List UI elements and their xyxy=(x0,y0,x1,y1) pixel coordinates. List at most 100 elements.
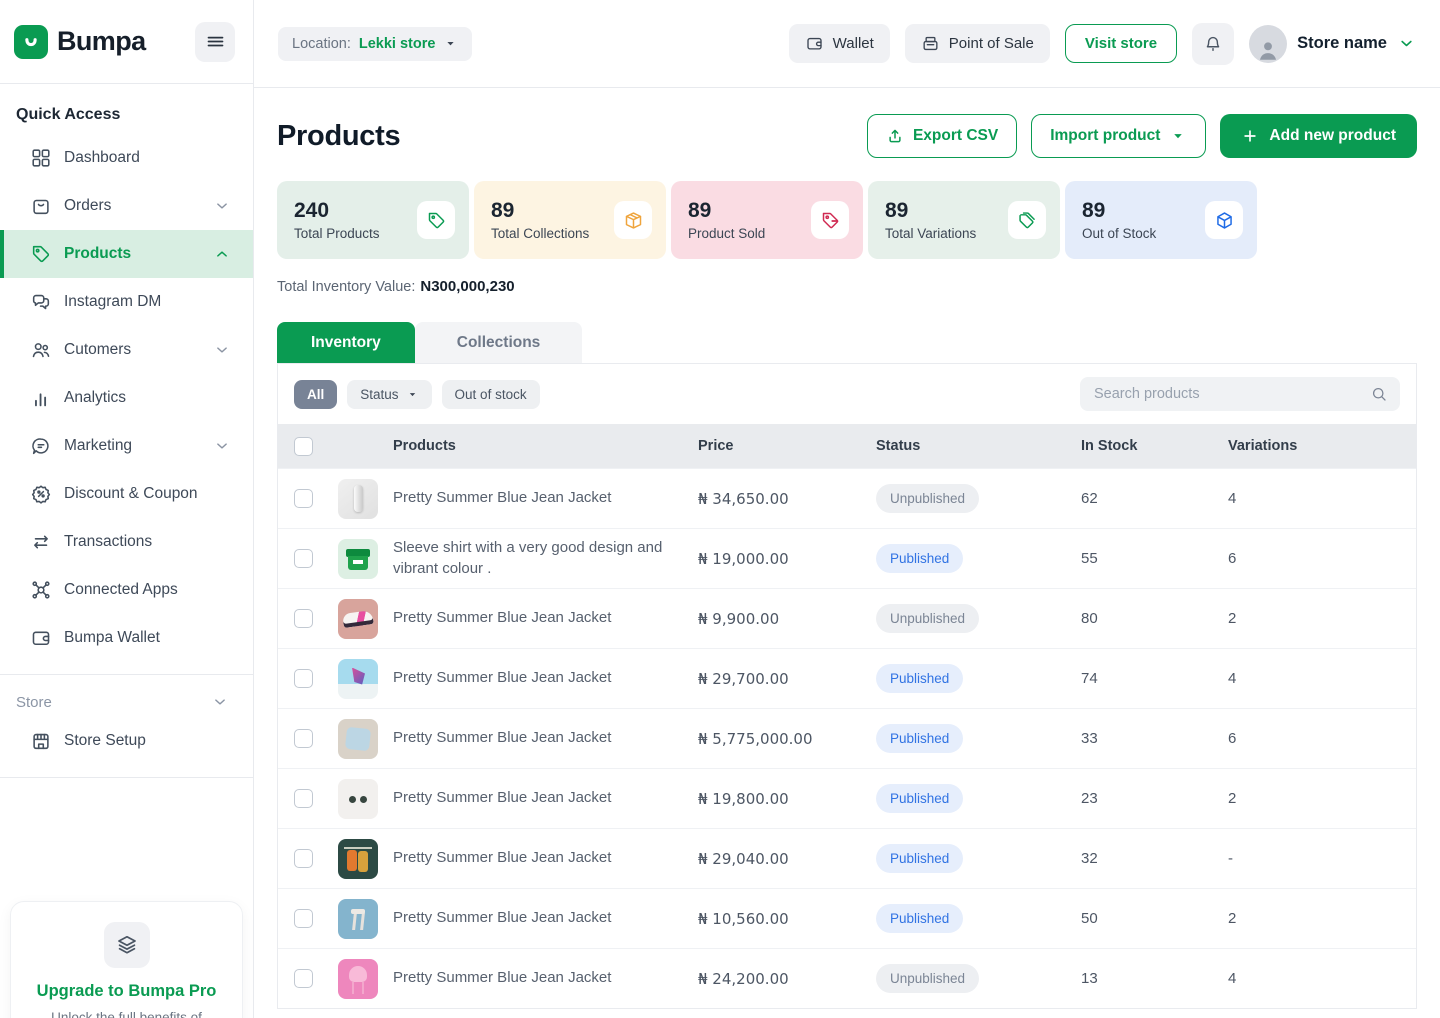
col-price: Price xyxy=(698,438,876,454)
import-product-button[interactable]: Import product xyxy=(1031,114,1206,158)
wallet-button[interactable]: Wallet xyxy=(789,24,890,63)
sidebar-item[interactable]: Dashboard xyxy=(0,134,253,182)
sidebar-item[interactable]: Marketing xyxy=(0,422,253,470)
sidebar-item-icon xyxy=(30,730,52,752)
product-thumbnail xyxy=(338,599,378,639)
visit-store-button[interactable]: Visit store xyxy=(1065,24,1177,63)
export-icon xyxy=(886,127,904,145)
export-csv-button[interactable]: Export CSV xyxy=(867,114,1017,158)
product-thumbnail xyxy=(338,959,378,999)
status-badge: Published xyxy=(876,664,963,693)
table-row[interactable]: Pretty Summer Blue Jean Jacket ₦ 29,040.… xyxy=(278,828,1416,888)
sidebar-item-label: Orders xyxy=(64,197,111,215)
product-thumbnail xyxy=(338,839,378,879)
table-row[interactable]: Pretty Summer Blue Jean Jacket ₦ 9,900.0… xyxy=(278,588,1416,648)
row-checkbox[interactable] xyxy=(294,849,313,868)
table-row[interactable]: Pretty Summer Blue Jean Jacket ₦ 24,200.… xyxy=(278,948,1416,1008)
sidebar-item[interactable]: Store Setup xyxy=(0,717,253,765)
sidebar-item[interactable]: Discount & Coupon xyxy=(0,470,253,518)
product-name: Pretty Summer Blue Jean Jacket xyxy=(393,488,698,508)
page-title: Products xyxy=(277,120,400,153)
row-checkbox[interactable] xyxy=(294,669,313,688)
sidebar-item-label: Transactions xyxy=(64,533,152,551)
variations-value: 6 xyxy=(1228,730,1416,747)
filter-status[interactable]: Status xyxy=(347,380,431,409)
add-new-product-button[interactable]: Add new product xyxy=(1220,114,1417,158)
sidebar-item[interactable]: Transactions xyxy=(0,518,253,566)
filter-out-of-stock[interactable]: Out of stock xyxy=(442,380,540,409)
product-price: ₦ 34,650.00 xyxy=(698,490,876,508)
sidebar-item[interactable]: Analytics xyxy=(0,374,253,422)
tab-collections[interactable]: Collections xyxy=(415,322,583,363)
sidebar-item-icon xyxy=(30,291,52,313)
sidebar-item-label: Connected Apps xyxy=(64,581,178,599)
table-row[interactable]: Pretty Summer Blue Jean Jacket ₦ 29,700.… xyxy=(278,648,1416,708)
stat-label: Out of Stock xyxy=(1082,226,1156,241)
sidebar-item[interactable]: Products xyxy=(0,230,253,278)
sidebar-item[interactable]: Instagram DM xyxy=(0,278,253,326)
sidebar-item[interactable]: Cutomers xyxy=(0,326,253,374)
chevron-icon xyxy=(213,341,231,359)
product-name: Pretty Summer Blue Jean Jacket xyxy=(393,668,698,688)
store-section-label: Store xyxy=(16,694,52,711)
stat-card: 89 Total Variations xyxy=(868,181,1060,259)
account-menu[interactable]: Store name xyxy=(1249,25,1416,63)
table-row[interactable]: Pretty Summer Blue Jean Jacket ₦ 34,650.… xyxy=(278,468,1416,528)
upgrade-card[interactable]: Upgrade to Bumpa Pro Unlock the full ben… xyxy=(10,901,243,1018)
stat-icon xyxy=(811,201,849,239)
row-checkbox[interactable] xyxy=(294,549,313,568)
product-price: ₦ 10,560.00 xyxy=(698,910,876,928)
product-thumbnail xyxy=(338,779,378,819)
notifications-button[interactable] xyxy=(1192,23,1234,65)
in-stock-value: 80 xyxy=(1081,610,1228,627)
table-row[interactable]: Pretty Summer Blue Jean Jacket ₦ 5,775,0… xyxy=(278,708,1416,768)
wallet-label: Wallet xyxy=(833,35,874,52)
point-of-sale-button[interactable]: Point of Sale xyxy=(905,24,1050,63)
sidebar-item-icon xyxy=(30,387,52,409)
sidebar-item-label: Marketing xyxy=(64,437,132,455)
sidebar-item[interactable]: Bumpa Wallet xyxy=(0,614,253,662)
sidebar-item-icon xyxy=(30,339,52,361)
variations-value: 4 xyxy=(1228,970,1416,987)
search-input[interactable] xyxy=(1094,386,1370,402)
variations-value: 4 xyxy=(1228,670,1416,687)
row-checkbox[interactable] xyxy=(294,969,313,988)
location-selector[interactable]: Location: Lekki store xyxy=(278,27,472,61)
tab-inventory[interactable]: Inventory xyxy=(277,322,415,363)
wallet-icon xyxy=(805,34,824,53)
sidebar-nav: Quick Access Dashboard Orders Products I… xyxy=(0,84,253,790)
row-checkbox[interactable] xyxy=(294,609,313,628)
filter-all[interactable]: All xyxy=(294,380,337,409)
product-price: ₦ 19,800.00 xyxy=(698,790,876,808)
filter-bar: All Status Out of stock xyxy=(278,364,1416,424)
product-name: Pretty Summer Blue Jean Jacket xyxy=(393,908,698,928)
row-checkbox[interactable] xyxy=(294,909,313,928)
stat-card: 89 Product Sold xyxy=(671,181,863,259)
inventory-panel: All Status Out of stock Products Price S… xyxy=(277,363,1417,1009)
table-row[interactable]: Sleeve shirt with a very good design and… xyxy=(278,528,1416,588)
product-thumbnail xyxy=(338,479,378,519)
sidebar-item-label: Discount & Coupon xyxy=(64,485,198,503)
sidebar-section-store[interactable]: Store xyxy=(0,687,253,717)
in-stock-value: 32 xyxy=(1081,850,1228,867)
row-checkbox[interactable] xyxy=(294,789,313,808)
col-in-stock: In Stock xyxy=(1081,438,1228,454)
stat-icon xyxy=(614,201,652,239)
main-content: Products Export CSV Import product Add n… xyxy=(254,88,1440,1018)
table-row[interactable]: Pretty Summer Blue Jean Jacket ₦ 19,800.… xyxy=(278,768,1416,828)
chevron-down-icon xyxy=(211,693,229,711)
status-badge: Published xyxy=(876,724,963,753)
select-all-checkbox[interactable] xyxy=(294,437,313,456)
sidebar-item-icon xyxy=(30,579,52,601)
table-row[interactable]: Pretty Summer Blue Jean Jacket ₦ 10,560.… xyxy=(278,888,1416,948)
status-badge: Published xyxy=(876,844,963,873)
sidebar-item[interactable]: Connected Apps xyxy=(0,566,253,614)
variations-value: 2 xyxy=(1228,910,1416,927)
status-badge: Published xyxy=(876,904,963,933)
table-header: Products Price Status In Stock Variation… xyxy=(278,424,1416,468)
row-checkbox[interactable] xyxy=(294,729,313,748)
brand-logo[interactable]: Bumpa xyxy=(14,25,146,59)
sidebar-item[interactable]: Orders xyxy=(0,182,253,230)
row-checkbox[interactable] xyxy=(294,489,313,508)
hamburger-menu-button[interactable] xyxy=(195,22,235,62)
